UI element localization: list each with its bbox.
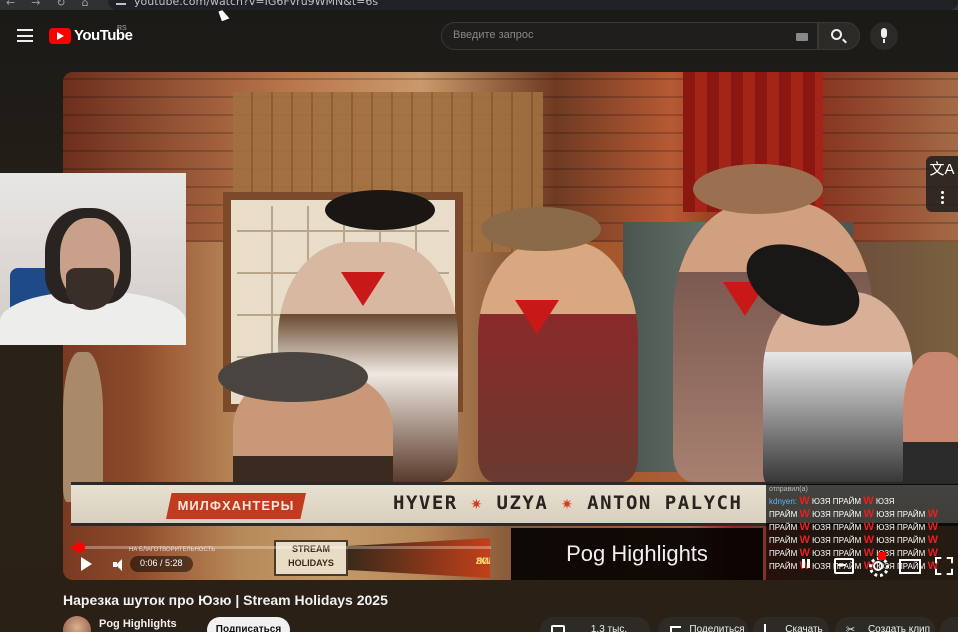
- channel-name[interactable]: Pog Highlights: [99, 618, 177, 630]
- mouse-cursor-icon: [218, 8, 230, 22]
- like-button[interactable]: 1,3 тыс.: [540, 617, 650, 632]
- member-name: HYVER: [393, 492, 458, 514]
- hd-badge: [878, 552, 886, 560]
- chat-message: ПРАЙМ W ЮЗЯ ПРАЙМ W ЮЗЯ ПРАЙМ W: [769, 534, 938, 546]
- youtube-watch-page: ←→↻⌂ youtube.com/watch?v=IG6Fvru9WMN&t=6…: [0, 0, 958, 632]
- video-title: Нарезка шуток про Юзю | Stream Holidays …: [63, 592, 388, 608]
- share-label: Поделиться: [689, 624, 745, 632]
- browser-nav-icons[interactable]: ←→↻⌂: [6, 0, 105, 9]
- like-count: 1,3 тыс.: [590, 624, 628, 632]
- stream-logo-line: HOLIDAYS: [288, 558, 334, 568]
- translate-icon[interactable]: 文A: [926, 156, 958, 184]
- video-player[interactable]: 文A МИЛФХАНТЕРЫ HYVER ✷ UZYA ✷ ANTON PALY…: [63, 72, 958, 580]
- clip-button[interactable]: Создать клип: [835, 617, 935, 632]
- person-cowboy-6: [903, 352, 958, 502]
- subscribe-button[interactable]: Подписаться: [207, 617, 290, 632]
- team-tag-text: МИЛФХАНТЕРЫ: [177, 498, 295, 513]
- search-button[interactable]: [818, 22, 860, 50]
- person-edge-left: [63, 352, 103, 502]
- red-bandana-1: [341, 272, 385, 306]
- webcam-overlay: [0, 173, 186, 345]
- hamburger-menu-icon[interactable]: [17, 29, 33, 42]
- hat-grey-5: [218, 352, 368, 402]
- hat-tan-3: [693, 164, 823, 214]
- progress-scrubber-handle[interactable]: [73, 542, 85, 553]
- team-tag: МИЛФХАНТЕРЫ: [166, 493, 306, 519]
- search-input[interactable]: [453, 29, 773, 41]
- spur-icon: ✷: [561, 492, 588, 514]
- person-cowboy-2: [478, 242, 638, 482]
- clip-label: Создать клип: [867, 624, 931, 632]
- volume-icon[interactable]: [113, 558, 126, 571]
- more-options-icon[interactable]: [926, 184, 958, 212]
- hat-black-1: [325, 190, 435, 230]
- keyboard-icon[interactable]: [796, 33, 808, 41]
- download-label: Скачать: [785, 624, 823, 632]
- browser-toolbar: ←→↻⌂ youtube.com/watch?v=IG6Fvru9WMN&t=6…: [0, 0, 958, 10]
- gold-rush-logo: ЗОЛОТАЯ ЛИХОРАДКА: [348, 538, 490, 578]
- more-actions-button[interactable]: [940, 617, 958, 632]
- youtube-logo[interactable]: YouTube RS: [49, 25, 133, 44]
- member-name: ANTON PALYCH: [587, 492, 743, 514]
- address-bar-url[interactable]: youtube.com/watch?v=IG6Fvru9WMN&t=6s: [134, 0, 378, 8]
- region-code: RS: [117, 25, 127, 32]
- share-button[interactable]: Поделиться: [658, 617, 748, 632]
- fullscreen-icon[interactable]: [931, 553, 953, 575]
- red-bandana-2: [515, 300, 559, 334]
- play-icon[interactable]: [81, 557, 92, 571]
- voice-search-mic-icon[interactable]: [870, 22, 898, 50]
- search-box[interactable]: [441, 22, 818, 50]
- spur-icon: ✷: [470, 492, 497, 514]
- chat-message: ПРАЙМ W ЮЗЯ ПРАЙМ W ЮЗЯ ПРАЙМ W: [769, 521, 938, 533]
- time-display: 0:06 / 5:28: [130, 556, 193, 572]
- site-settings-icon[interactable]: [116, 0, 126, 5]
- channel-avatar[interactable]: [63, 616, 91, 632]
- chat-header: отправил(а): [769, 486, 808, 493]
- stream-logo-line: STREAM: [292, 544, 330, 554]
- download-button[interactable]: Скачать: [753, 617, 829, 632]
- youtube-play-icon: [49, 27, 71, 44]
- team-members: HYVER ✷ UZYA ✷ ANTON PALYCH: [393, 492, 742, 514]
- progress-bar[interactable]: [71, 542, 491, 553]
- subtitles-icon[interactable]: [831, 553, 854, 575]
- autoplay-toggle-icon[interactable]: [795, 553, 817, 575]
- chat-message: ПРАЙМ W ЮЗЯ ПРАЙМ W ЮЗЯ ПРАЙМ W: [769, 508, 938, 520]
- hat-tan-2: [481, 207, 601, 251]
- chat-message: kdnyen: W ЮЗЯ ПРАЙМ W ЮЗЯ: [769, 495, 895, 507]
- search-icon: [831, 29, 842, 40]
- member-name: UZYA: [496, 492, 549, 514]
- video-caption: Pog Highlights: [511, 528, 763, 580]
- theater-mode-icon[interactable]: [897, 553, 921, 575]
- webcam-beard: [66, 268, 114, 310]
